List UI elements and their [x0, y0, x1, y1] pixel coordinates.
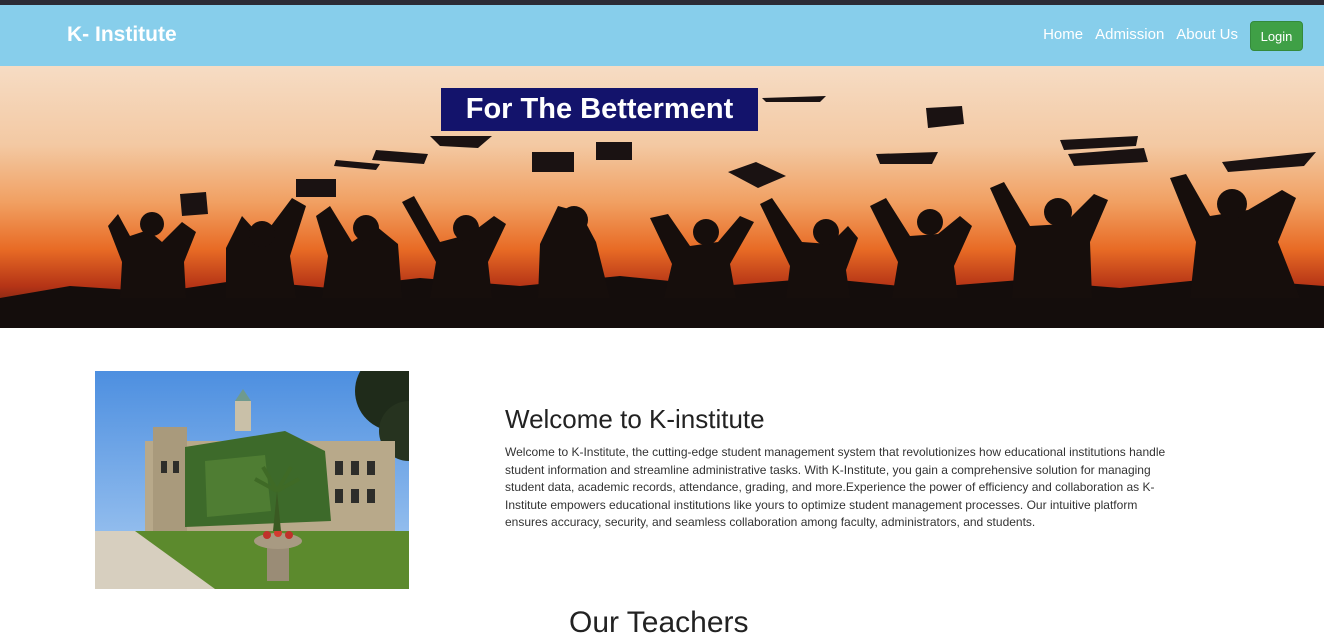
nav-links: Home Admission About Us [1043, 26, 1238, 43]
brand-logo[interactable]: K- Institute [67, 23, 177, 47]
welcome-paragraph: Welcome to K-Institute, the cutting-edge… [505, 445, 1166, 530]
login-button[interactable]: Login [1250, 21, 1303, 51]
welcome-heading: Welcome to K-institute [505, 404, 765, 434]
hero-tagline: For The Betterment [441, 88, 758, 131]
teachers-heading: Our Teachers [569, 606, 749, 639]
campus-building-image [95, 371, 409, 589]
nav-about-us-link[interactable]: About Us [1176, 26, 1238, 43]
nav-home-link[interactable]: Home [1043, 26, 1083, 43]
hero-banner-image: For The Betterment [0, 66, 1324, 328]
nav-admission-link[interactable]: Admission [1095, 26, 1164, 43]
navbar: K- Institute Home Admission About Us Log… [0, 5, 1324, 66]
